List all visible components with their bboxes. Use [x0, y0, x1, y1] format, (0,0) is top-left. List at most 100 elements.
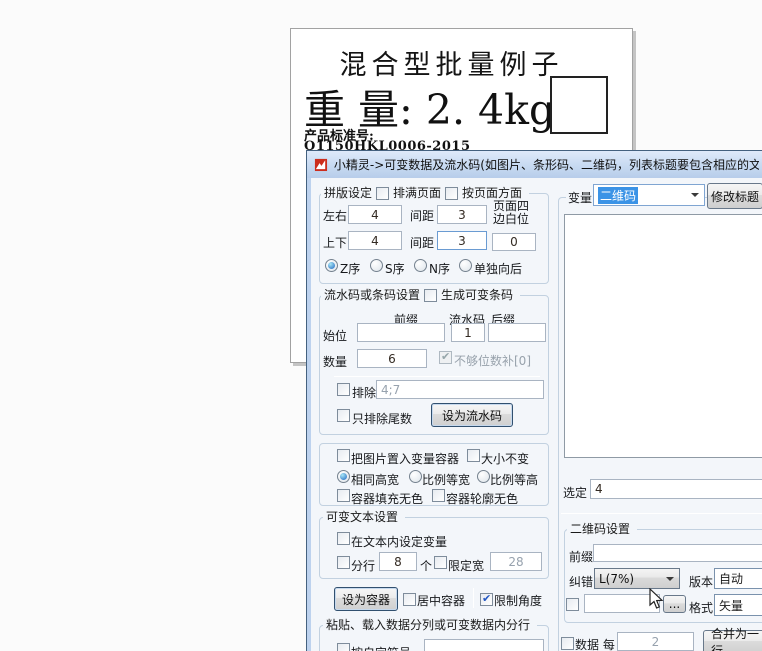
- image-into-container-label: 把图片置入变量容器: [351, 452, 460, 466]
- data-per-checkbox[interactable]: [561, 637, 574, 650]
- dialog-titlebar[interactable]: 小精灵->可变数据及流水码(如图片、条形码、二维码，列表标题要包含相应的文: [307, 151, 762, 178]
- quantity-label: 数量: [323, 355, 348, 369]
- order-s-radio[interactable]: [370, 259, 383, 272]
- selected-label: 选定: [563, 486, 588, 500]
- variable-barcode-checkbox[interactable]: [424, 289, 438, 302]
- split-lines-checkbox[interactable]: [337, 556, 350, 569]
- left-right-label: 左右: [323, 209, 348, 223]
- start-position-label: 始位: [323, 329, 348, 343]
- order-n-label: N序: [429, 262, 450, 276]
- order-n-radio[interactable]: [414, 259, 427, 272]
- group-qr-legend: 二维码设置: [570, 522, 631, 536]
- variable-barcode-label: 生成可变条码: [441, 288, 514, 302]
- variable-combobox[interactable]: 二维码: [593, 184, 705, 206]
- gap2-input[interactable]: 3: [437, 231, 487, 250]
- gap2-label: 间距: [410, 236, 435, 250]
- pad-zero-label: 不够位数补[0]: [454, 354, 531, 368]
- prop-height-radio[interactable]: [477, 470, 490, 483]
- data-per-label: 数据 每: [575, 638, 615, 651]
- set-serial-button[interactable]: 设为流水码: [431, 403, 513, 427]
- data-per-input[interactable]: 2: [617, 632, 694, 651]
- var-in-text-label: 在文本内设定变量: [351, 535, 448, 549]
- fill-colorless-checkbox[interactable]: [337, 489, 350, 502]
- center-container-label: 居中容器: [417, 594, 466, 608]
- variable-listbox[interactable]: [564, 214, 762, 458]
- group-layout-legend: 拼版设定: [324, 186, 373, 200]
- split-lines-label: 分行: [351, 559, 376, 573]
- top-bottom-input[interactable]: 4: [348, 231, 402, 250]
- screen: 混合型批量例子 重 量: 2. 4kg 产品标准号: Q1150HKL0006-…: [0, 0, 762, 651]
- qr-format-combobox[interactable]: 矢量: [714, 594, 762, 616]
- serial-start-input[interactable]: 1: [451, 323, 485, 342]
- var-in-text-checkbox[interactable]: [337, 532, 350, 545]
- order-z-radio[interactable]: [325, 259, 338, 272]
- exclude-input[interactable]: 4;7: [376, 380, 544, 399]
- dialog-title: 小精灵->可变数据及流水码(如图片、条形码、二维码，列表标题要包含相应的文: [333, 158, 759, 172]
- fill-colorless-label: 容器填充无色: [351, 492, 424, 506]
- page-margin-label: 页面四边白位: [492, 199, 529, 226]
- variable-label: 变量: [566, 189, 595, 206]
- gap1-label: 间距: [410, 209, 435, 223]
- group-paste-legend: 粘贴、载入数据分列或可变数据内分行: [326, 618, 531, 632]
- quantity-input[interactable]: 6: [357, 349, 427, 368]
- custom-symbol-checkbox[interactable]: [337, 643, 350, 651]
- selected-input[interactable]: 4: [590, 479, 762, 499]
- serial-suffix-input[interactable]: [488, 323, 546, 342]
- left-right-input[interactable]: 4: [348, 205, 402, 224]
- serial-prefix-input[interactable]: [357, 323, 445, 342]
- exclude-tail-label: 只排除尾数: [352, 412, 413, 426]
- qr-format-label: 格式: [689, 601, 714, 615]
- qr-prefix-input[interactable]: [593, 544, 762, 562]
- qr-logo-checkbox[interactable]: [566, 598, 579, 611]
- right-panel-separator: [561, 513, 762, 514]
- container-row-separator: [473, 588, 474, 608]
- image-into-container-checkbox[interactable]: [337, 449, 350, 462]
- group-layout-settings: 拼版设定 排满页面 按页面方面 左右 4 间距 3 页面四边白位 上下 4 间距…: [319, 186, 549, 284]
- serial-separator: [334, 376, 540, 377]
- split-count-input[interactable]: 8: [379, 552, 417, 571]
- outline-colorless-checkbox[interactable]: [432, 489, 445, 502]
- qr-ecc-value: L(7%): [599, 571, 635, 586]
- exclude-checkbox[interactable]: [337, 383, 350, 396]
- order-single-radio[interactable]: [459, 259, 472, 272]
- fill-page-checkbox[interactable]: [376, 187, 390, 200]
- qr-version-label: 版本: [689, 575, 714, 589]
- prop-width-label: 比例等宽: [422, 473, 471, 487]
- custom-symbol-input[interactable]: [424, 639, 544, 651]
- page-margin-input[interactable]: 0: [492, 233, 536, 251]
- gap1-input[interactable]: 3: [437, 205, 487, 224]
- qr-ecc-label: 纠错: [569, 575, 594, 589]
- edit-title-button[interactable]: 修改标题: [707, 183, 762, 209]
- outline-colorless-label: 容器轮廓无色: [446, 492, 519, 506]
- qr-version-value: 自动: [719, 572, 744, 586]
- group-image-options: 把图片置入变量容器 大小不变 相同高宽 比例等宽 比例等高 容器填充无色 容器轮…: [319, 443, 549, 506]
- qr-version-combobox[interactable]: 自动: [714, 568, 762, 589]
- exclude-tail-checkbox[interactable]: [337, 409, 350, 422]
- same-wh-radio[interactable]: [337, 470, 350, 483]
- limit-angle-checkbox[interactable]: [480, 592, 493, 606]
- mouse-cursor: [649, 588, 664, 609]
- order-s-label: S序: [385, 262, 405, 276]
- by-page-direction-checkbox[interactable]: [445, 187, 459, 200]
- qr-ecc-combobox[interactable]: L(7%): [594, 568, 680, 589]
- qr-format-value: 矢量: [719, 598, 744, 613]
- set-container-button[interactable]: 设为容器: [334, 587, 398, 611]
- order-single-label: 单独向后: [474, 262, 523, 276]
- variable-selected-value: 二维码: [598, 186, 639, 204]
- chevron-down-icon: [666, 576, 674, 581]
- limit-width-checkbox[interactable]: [434, 556, 447, 569]
- group-serial-settings: 流水码或条码设置 生成可变条码 前缀 流水码 后缀 始位 1 数量 6 不够位数…: [319, 288, 549, 435]
- pad-zero-checkbox[interactable]: [439, 350, 452, 364]
- limit-angle-label: 限制角度: [494, 594, 543, 608]
- fixed-size-checkbox[interactable]: [467, 449, 480, 462]
- chevron-down-icon: [691, 193, 699, 197]
- group-variable-text-legend: 可变文本设置: [326, 510, 399, 524]
- qr-prefix-label: 前缀: [569, 550, 594, 564]
- exclude-label: 排除: [352, 386, 377, 400]
- center-container-checkbox[interactable]: [403, 593, 416, 606]
- limit-width-label: 限定宽: [448, 559, 485, 573]
- prop-width-radio[interactable]: [409, 470, 422, 483]
- limit-width-input[interactable]: 28: [490, 552, 542, 571]
- browse-button[interactable]: ...: [663, 595, 686, 613]
- merge-button[interactable]: 合并为一行: [703, 627, 762, 651]
